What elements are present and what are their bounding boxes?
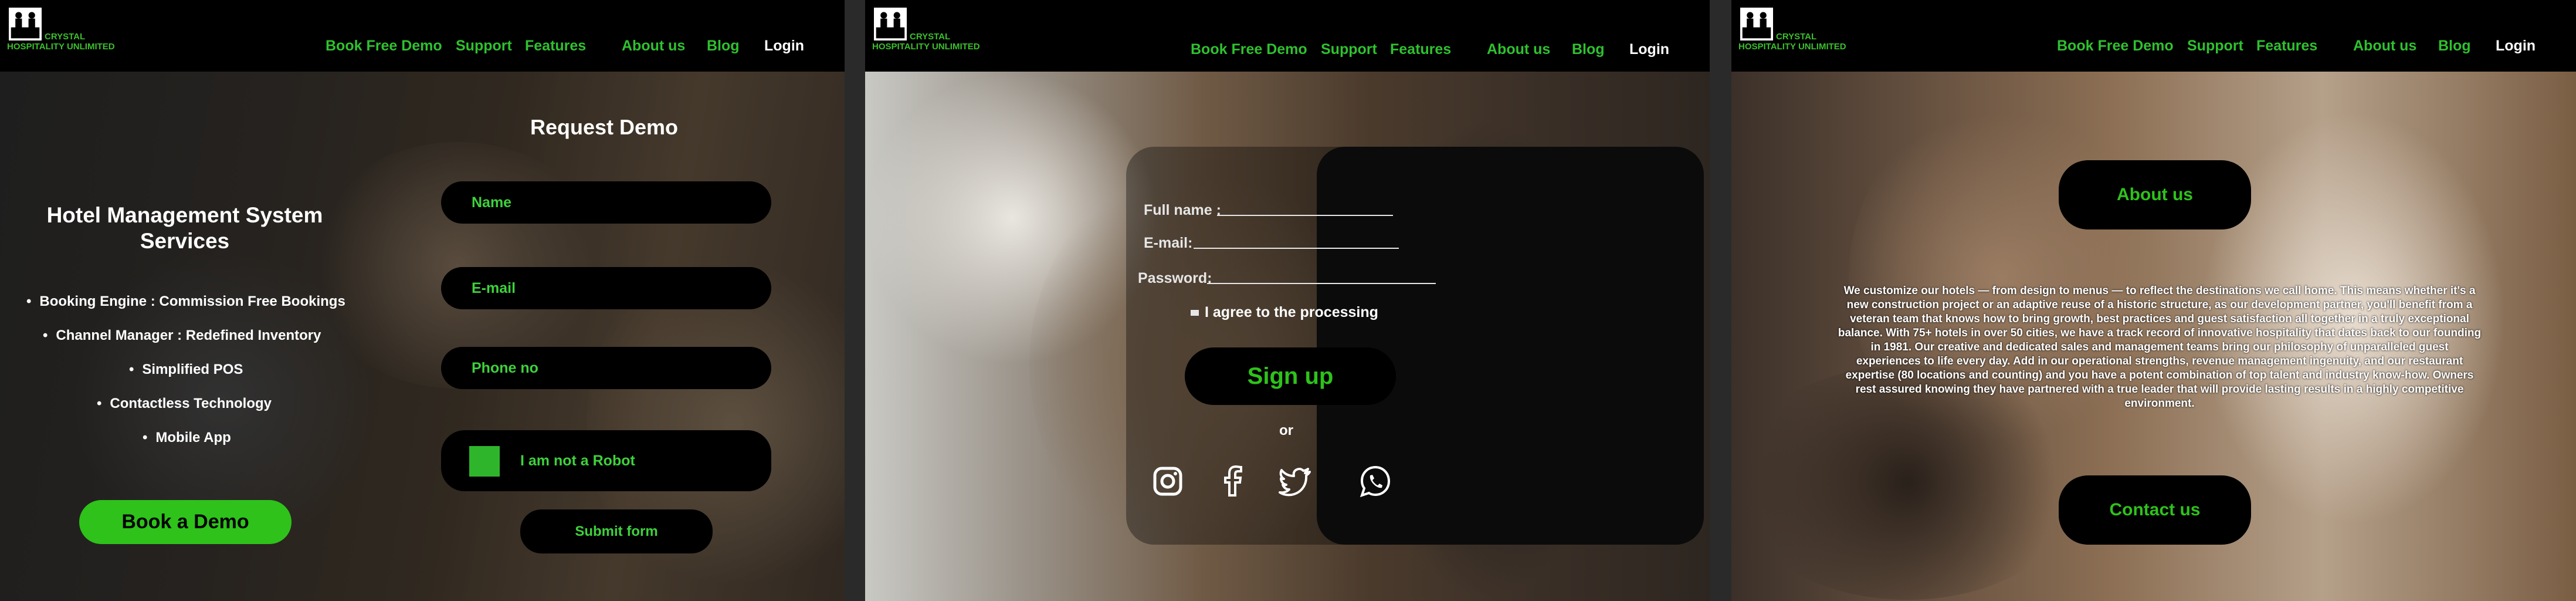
divider: [1710, 0, 1731, 601]
captcha-box: I am not a Robot: [441, 430, 771, 491]
brand-line-2: HOSPITALITY UNLIMITED: [1738, 42, 1846, 52]
phone-input[interactable]: Phone no: [441, 347, 771, 389]
nav-about-us[interactable]: About us: [2353, 38, 2416, 55]
signup-button[interactable]: Sign up: [1185, 347, 1396, 405]
brand-logo[interactable]: CRYSTAL HOSPITALITY UNLIMITED: [1738, 6, 1891, 59]
nav-book-free-demo[interactable]: Book Free Demo: [1191, 41, 1307, 58]
brand-name: CRYSTAL HOSPITALITY UNLIMITED: [872, 32, 980, 52]
password-field[interactable]: [1207, 283, 1436, 284]
nav-login[interactable]: Login: [1629, 41, 1669, 58]
form-title: Request Demo: [530, 115, 679, 139]
navbar: CRYSTAL HOSPITALITY UNLIMITED Book Free …: [0, 0, 845, 72]
full-name-label: Full name :: [1144, 202, 1221, 218]
nav-blog[interactable]: Blog: [2438, 38, 2471, 55]
facebook-icon[interactable]: [1215, 464, 1250, 499]
nav-about-us[interactable]: About us: [1487, 41, 1550, 58]
agree-label: I agree to the processing: [1205, 304, 1378, 320]
submit-button[interactable]: Submit form: [520, 509, 713, 553]
about-screen: CRYSTAL HOSPITALITY UNLIMITED Book Free …: [1731, 0, 2576, 601]
captcha-label: I am not a Robot: [520, 453, 635, 469]
brand-line-1: CRYSTAL: [45, 32, 86, 42]
nav-login[interactable]: Login: [764, 38, 804, 55]
request-demo-screen: CRYSTAL HOSPITALITY UNLIMITED Book Free …: [0, 0, 845, 601]
whatsapp-icon[interactable]: [1358, 464, 1393, 499]
navbar: CRYSTAL HOSPITALITY UNLIMITED Book Free …: [1731, 0, 2576, 72]
brand-logo[interactable]: CRYSTAL HOSPITALITY UNLIMITED: [7, 6, 160, 59]
brand-line-2: HOSPITALITY UNLIMITED: [7, 42, 115, 52]
nav-features[interactable]: Features: [1390, 41, 1451, 58]
contact-us-button[interactable]: Contact us: [2059, 475, 2251, 545]
divider: [845, 0, 865, 601]
brand-line-1: CRYSTAL: [1776, 32, 1817, 42]
book-demo-button[interactable]: Book a Demo: [79, 500, 292, 544]
nav-blog[interactable]: Blog: [707, 38, 740, 55]
password-label: Password:: [1138, 270, 1212, 286]
signup-screen: CRYSTAL HOSPITALITY UNLIMITED Book Free …: [865, 0, 1710, 601]
nav-support[interactable]: Support: [456, 38, 512, 55]
or-separator: or: [1279, 423, 1293, 438]
email-field[interactable]: [1194, 248, 1399, 249]
brand-line-2: HOSPITALITY UNLIMITED: [872, 42, 980, 52]
nav-support[interactable]: Support: [2187, 38, 2243, 55]
page-title: Hotel Management System Services: [46, 203, 323, 253]
email-input[interactable]: E-mail: [441, 267, 771, 309]
nav-blog[interactable]: Blog: [1572, 41, 1605, 58]
email-label: E-mail:: [1144, 235, 1193, 251]
nav-book-free-demo[interactable]: Book Free Demo: [326, 38, 442, 55]
agree-row[interactable]: I agree to the processing: [1191, 304, 1378, 321]
brand-logo[interactable]: CRYSTAL HOSPITALITY UNLIMITED: [872, 6, 1025, 59]
nav-login[interactable]: Login: [2496, 38, 2536, 55]
full-name-field[interactable]: [1217, 215, 1393, 216]
list-item: Mobile App: [143, 430, 231, 446]
brand-name: CRYSTAL HOSPITALITY UNLIMITED: [1738, 32, 1846, 52]
twitter-icon[interactable]: [1277, 464, 1314, 499]
nav-features[interactable]: Features: [2256, 38, 2317, 55]
about-paragraph: We customize our hotels — from design to…: [1838, 285, 2482, 410]
nav-features[interactable]: Features: [525, 38, 586, 55]
list-item: Simplified POS: [129, 362, 243, 378]
name-input[interactable]: Name: [441, 181, 771, 224]
brand-name: CRYSTAL HOSPITALITY UNLIMITED: [7, 32, 115, 52]
list-item: Channel Manager : Redefined Inventory: [43, 327, 321, 344]
agree-checkbox[interactable]: [1191, 310, 1199, 316]
nav-about-us[interactable]: About us: [622, 38, 685, 55]
list-item: Contactless Technology: [97, 396, 272, 412]
list-item: Booking Engine : Commission Free Booking…: [26, 293, 345, 310]
nav-book-free-demo[interactable]: Book Free Demo: [2057, 38, 2174, 55]
about-us-button[interactable]: About us: [2059, 160, 2251, 229]
instagram-icon[interactable]: [1150, 464, 1185, 499]
navbar: CRYSTAL HOSPITALITY UNLIMITED Book Free …: [865, 0, 1710, 72]
nav-support[interactable]: Support: [1321, 41, 1377, 58]
brand-line-1: CRYSTAL: [910, 32, 951, 42]
captcha-checkbox[interactable]: [469, 446, 500, 477]
